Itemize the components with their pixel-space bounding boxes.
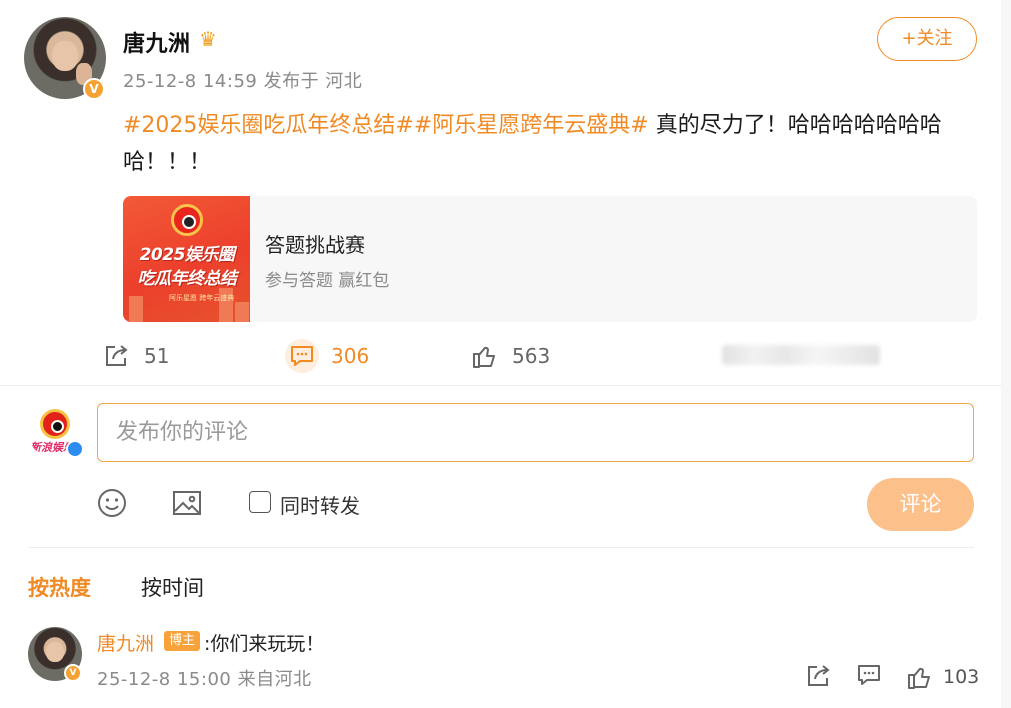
post-content: #2025娱乐圈吃瓜年终总结##阿乐星愿跨年云盛典# 真的尽力了！哈哈哈哈哈哈哈… — [123, 107, 983, 181]
image-icon — [173, 491, 201, 515]
comment-text: :你们来玩玩！ — [204, 633, 325, 655]
post-meta: 25-12-8 14:59 发布于 河北 — [123, 71, 363, 92]
comment-time: 25-12-8 15:00 来自河北 — [97, 669, 312, 690]
smiley-icon — [98, 489, 126, 517]
comment-button[interactable]: 306 — [285, 339, 370, 373]
comment-icon — [858, 665, 880, 685]
tab-sort-hot[interactable]: 按热度 — [28, 572, 91, 602]
avatar-face — [52, 41, 78, 71]
thumb-title-line2: 吃瓜年终总结 — [137, 269, 238, 289]
divider — [0, 385, 1001, 386]
avatar-face — [46, 642, 64, 662]
weibo-eye-logo-icon — [40, 409, 70, 439]
topic-link[interactable]: #阿乐星愿跨年云盛典# — [414, 113, 649, 138]
card-thumbnail: 2025娱乐圈 吃瓜年终总结 阿乐星愿 跨年云盛典 — [123, 196, 250, 322]
like-count: 563 — [512, 344, 551, 368]
tab-sort-time[interactable]: 按时间 — [141, 572, 204, 602]
crown-icon: ♛ — [199, 27, 217, 51]
verified-badge-icon: V — [83, 78, 105, 100]
activity-card[interactable]: 2025娱乐圈 吃瓜年终总结 阿乐星愿 跨年云盛典 答题挑战赛 参与答题 赢红包 — [123, 196, 977, 322]
thumbs-up-icon — [908, 667, 930, 689]
thumb-title-line1: 2025娱乐圈 — [139, 245, 235, 265]
comment-count: 306 — [331, 344, 370, 368]
forward-count: 51 — [144, 344, 170, 368]
verified-badge-icon: V — [64, 664, 82, 682]
scrollbar[interactable] — [1001, 0, 1011, 708]
verified-blue-icon — [66, 440, 84, 458]
comment-icon — [291, 346, 313, 366]
divider — [28, 547, 974, 548]
repost-checkbox[interactable] — [249, 491, 271, 513]
thumb-building — [235, 302, 249, 322]
card-title: 答题挑战赛 — [265, 233, 365, 257]
repost-label[interactable]: 同时转发 — [280, 490, 360, 519]
comment-forward-button[interactable] — [806, 664, 832, 692]
thumbs-up-icon — [473, 346, 495, 368]
topic-link[interactable]: #2025娱乐圈吃瓜年终总结# — [123, 113, 414, 138]
image-button[interactable] — [172, 488, 202, 522]
follow-button[interactable]: +关注 — [877, 17, 977, 61]
comment-like-count: 103 — [943, 666, 980, 688]
commenter-name[interactable]: 唐九洲 — [97, 629, 154, 656]
thumb-small-text: 阿乐星愿 跨年云盛典 — [169, 294, 235, 302]
submit-comment-button[interactable]: 评论 — [867, 478, 974, 531]
forward-icon — [106, 345, 128, 366]
comment-like-button[interactable]: 103 — [907, 664, 979, 690]
forward-button[interactable]: 51 — [104, 340, 169, 372]
forward-icon — [808, 665, 830, 686]
weibo-eye-logo-icon — [171, 204, 203, 236]
comment-icon-wrap — [285, 339, 319, 373]
emoji-button[interactable] — [97, 488, 127, 522]
card-subtitle: 参与答题 赢红包 — [265, 271, 390, 291]
like-button[interactable]: 563 — [472, 340, 550, 372]
author-name[interactable]: 唐九洲 — [123, 26, 191, 58]
thumb-building — [129, 296, 143, 322]
author-badge: 博主 — [164, 631, 201, 651]
blurred-region — [722, 345, 880, 365]
comment-input[interactable] — [97, 403, 974, 462]
comment-reply-button[interactable] — [857, 664, 881, 690]
